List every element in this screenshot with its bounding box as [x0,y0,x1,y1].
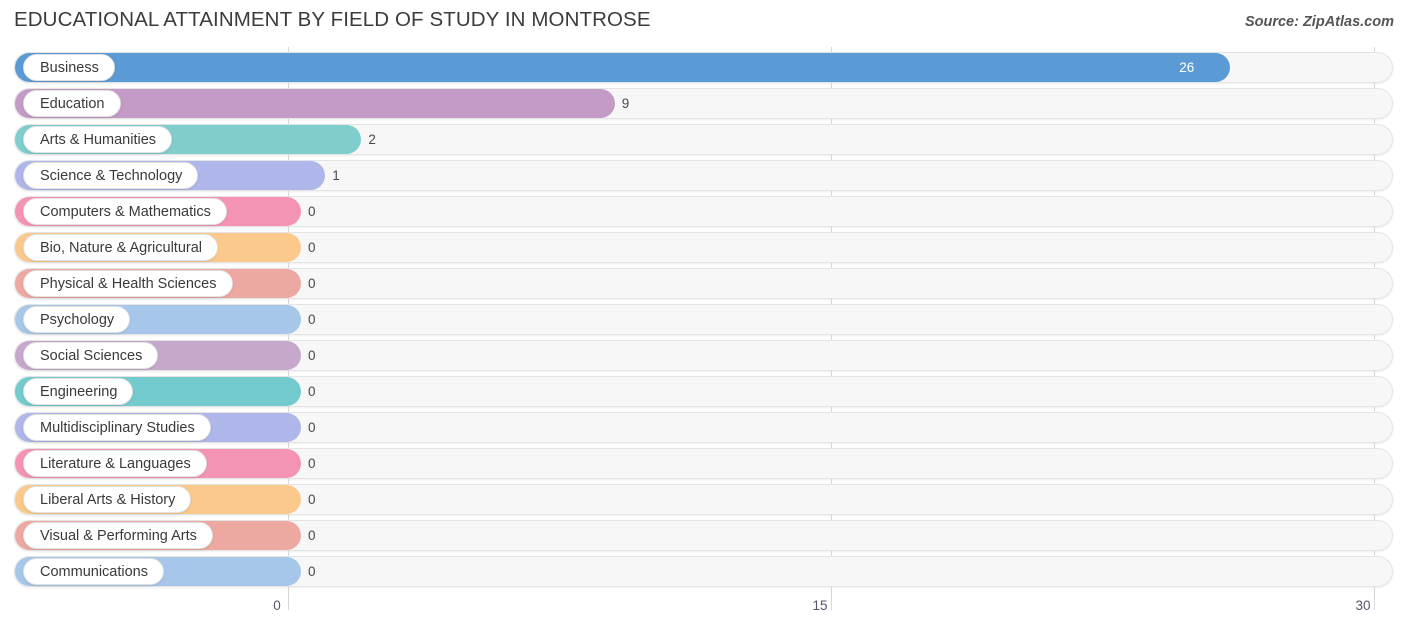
axis-tick-mark [831,596,832,610]
category-label: Psychology [40,311,115,328]
bar-value-label: 0 [308,564,316,579]
category-label-pill: Psychology [23,306,131,333]
chart-container: EDUCATIONAL ATTAINMENT BY FIELD OF STUDY… [0,0,1406,632]
bar-value-label: 0 [308,528,316,543]
bar-value-label: 0 [308,204,316,219]
category-label: Bio, Nature & Agricultural [40,239,202,256]
bar-row[interactable]: Science & Technology 1 [14,160,1393,191]
bar-value-label: 2 [368,132,376,147]
source-attribution: Source: ZipAtlas.com [1244,14,1394,30]
bar-value-label: 0 [308,240,316,255]
bar-value-label: 0 [308,492,316,507]
category-label: Liberal Arts & History [40,491,176,508]
bar-value-label: 0 [308,384,316,399]
bar-row[interactable]: Arts & Humanities 2 [14,124,1393,155]
category-label-pill: Science & Technology [23,162,199,189]
bar-value-label: 9 [621,96,630,111]
category-label: Business [40,59,99,76]
page-title: EDUCATIONAL ATTAINMENT BY FIELD OF STUDY… [14,8,651,31]
category-label-pill: Engineering [23,378,134,405]
bar-row[interactable]: Education 9 [14,88,1393,119]
category-label-pill: Arts & Humanities [23,126,173,153]
category-label: Arts & Humanities [40,131,157,148]
category-label: Computers & Mathematics [40,203,211,220]
category-label-pill: Liberal Arts & History [23,486,192,513]
bar-row[interactable]: Engineering 0 [14,376,1393,407]
bar-row[interactable]: Computers & Mathematics 0 [14,196,1393,227]
bar-row[interactable]: Bio, Nature & Agricultural 0 [14,232,1393,263]
category-label: Social Sciences [40,347,143,364]
bar-value-label: 0 [308,456,316,471]
bar-value-label: 0 [308,276,316,291]
category-label: Literature & Languages [40,455,191,472]
axis-tick-label: 0 [273,598,281,613]
category-label-pill: Literature & Languages [23,450,207,477]
category-label-pill: Business [23,54,115,81]
category-label-pill: Physical & Health Sciences [23,270,233,297]
bar-row[interactable]: Visual & Performing Arts 0 [14,520,1393,551]
bar-row[interactable]: Physical & Health Sciences 0 [14,268,1393,299]
bar-row[interactable]: Psychology 0 [14,304,1393,335]
bar-row[interactable]: Literature & Languages 0 [14,448,1393,479]
plot-area: Business 26 Education 9 Arts & Humanities 2 Sc… [0,47,1406,596]
category-label-pill: Computers & Mathematics [23,198,227,225]
axis-tick-mark [1374,596,1375,610]
bar-row[interactable]: Liberal Arts & History 0 [14,484,1393,515]
bar-row[interactable]: Social Sciences 0 [14,340,1393,371]
bar-value-label: 0 [308,420,316,435]
category-label-pill: Education [23,90,121,117]
category-label: Science & Technology [40,167,183,184]
category-label-pill: Visual & Performing Arts [23,522,213,549]
bar-value-label: 26 [1179,60,1195,75]
axis-tick-label: 30 [1355,598,1371,613]
bar-fill [15,53,1231,82]
bar-value-label: 1 [332,168,340,183]
category-label: Education [40,95,105,112]
category-label: Visual & Performing Arts [40,527,197,544]
axis-tick-mark [288,596,289,610]
category-label-pill: Social Sciences [23,342,159,369]
x-axis: 0 15 30 [0,596,1406,632]
category-label: Multidisciplinary Studies [40,419,195,436]
category-label-pill: Communications [23,558,164,585]
category-label: Communications [40,563,148,580]
bar-row[interactable]: Business 26 [14,52,1393,83]
category-label: Engineering [40,383,118,400]
category-label: Physical & Health Sciences [40,275,217,292]
axis-tick-label: 15 [812,598,828,613]
bar-value-label: 0 [308,348,316,363]
category-label-pill: Bio, Nature & Agricultural [23,234,218,261]
bar-row[interactable]: Communications 0 [14,556,1393,587]
category-label-pill: Multidisciplinary Studies [23,414,211,441]
bar-row[interactable]: Multidisciplinary Studies 0 [14,412,1393,443]
bar-value-label: 0 [308,312,316,327]
